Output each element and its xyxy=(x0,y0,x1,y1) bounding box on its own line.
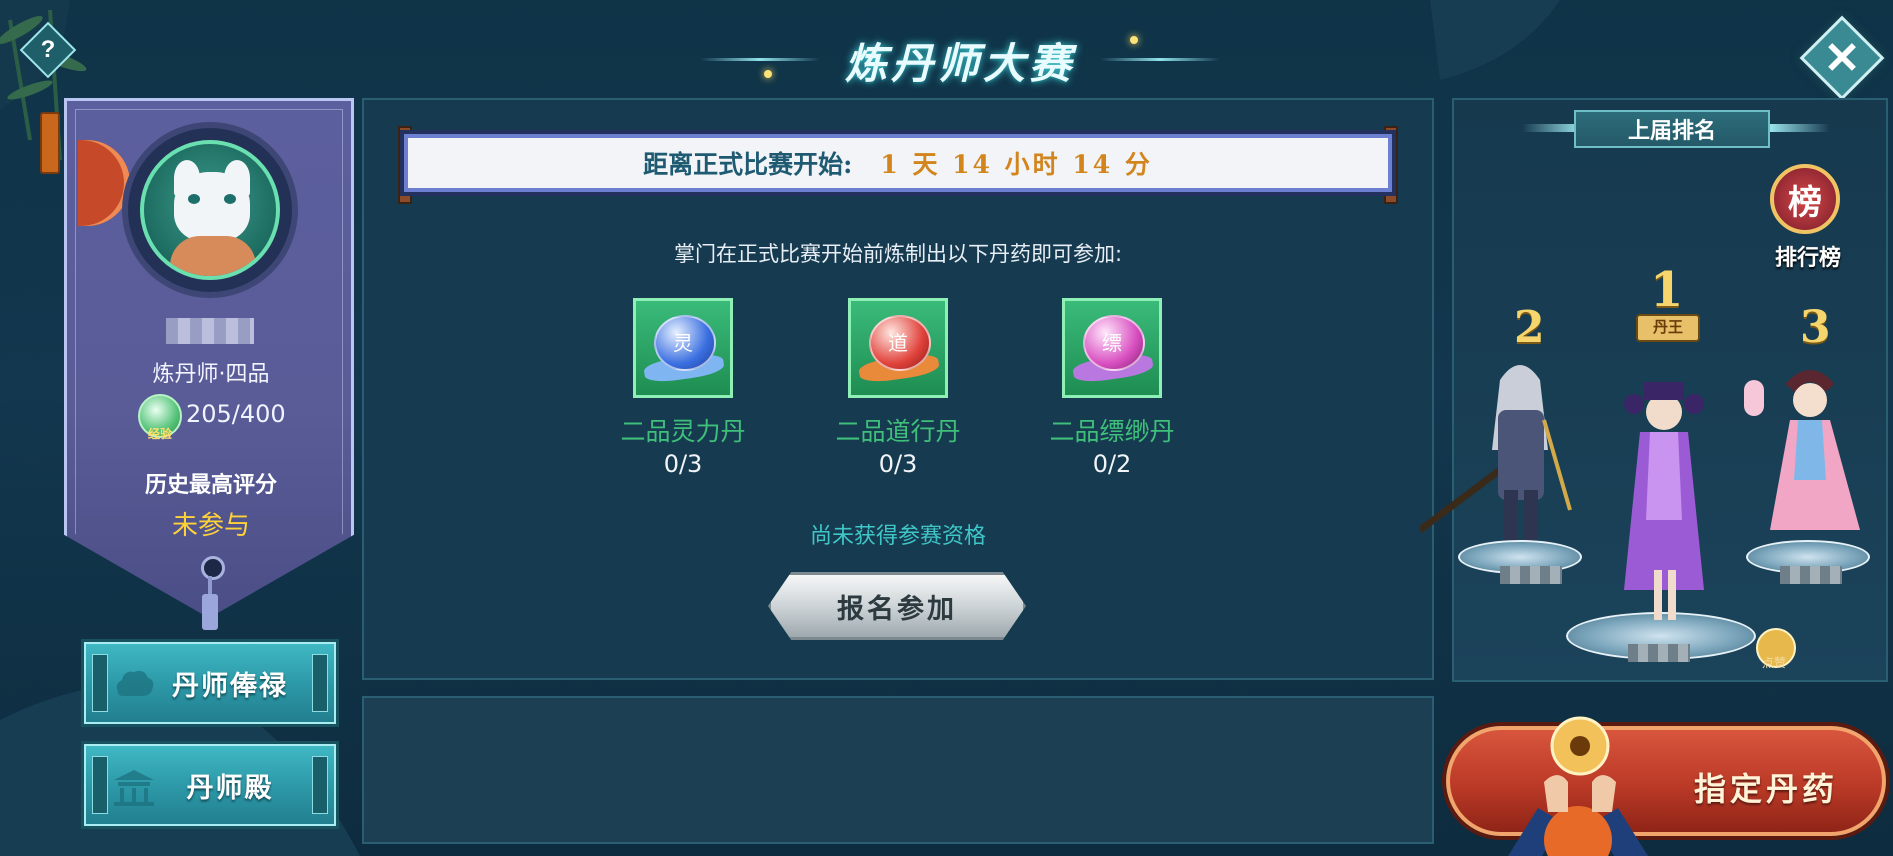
player-rank: 炼丹师·四品 xyxy=(152,362,270,387)
avatar-body xyxy=(170,236,256,276)
help-button[interactable]: ? xyxy=(19,21,77,79)
player-name-blurred xyxy=(166,318,254,344)
third-place-character[interactable] xyxy=(1730,360,1880,560)
third-place-number: 3 xyxy=(1800,302,1831,353)
experience-value: 205/400 xyxy=(186,400,286,428)
pill-hall-button-label: 丹师殿 xyxy=(186,772,274,804)
countdown-bar: 距离正式比赛开始: 1 天 14 小时 14 分 xyxy=(404,134,1392,192)
button-edge xyxy=(312,654,328,712)
leaderboard-label[interactable]: 排行榜 xyxy=(1768,240,1848,272)
qualification-status: 尚未获得参赛资格 xyxy=(809,524,986,549)
page-title: 炼丹师大赛 xyxy=(844,39,1075,88)
like-label: 点赞 xyxy=(1761,656,1786,670)
temple-icon xyxy=(114,770,154,806)
pill-count-daoxing: 0/3 xyxy=(878,450,918,478)
avatar-eye xyxy=(188,194,200,204)
countdown-value: 1 天 14 小时 14 分 xyxy=(880,150,1153,179)
salary-button[interactable]: 丹师俸禄 xyxy=(84,642,336,724)
button-edge xyxy=(312,756,328,814)
pill-count-lingli: 0/3 xyxy=(663,450,703,478)
pill-card-piaomiao[interactable]: 缥 xyxy=(1062,298,1162,398)
first-place-name-blurred xyxy=(1628,644,1690,662)
second-place-name-blurred xyxy=(1500,566,1562,584)
entry-instruction: 掌门在正式比赛开始前炼制出以下丹药即可参加: xyxy=(673,242,1123,266)
best-score-value: 未参与 xyxy=(171,511,250,541)
second-place-character[interactable] xyxy=(1420,350,1580,560)
pill-card-daoxing[interactable]: 道 xyxy=(848,298,948,398)
pill-char: 缥 xyxy=(1102,331,1122,355)
panel-pendant xyxy=(202,594,218,630)
experience-icon-label: 经验 xyxy=(147,427,172,441)
pill-name-lingli: 二品灵力丹 xyxy=(620,417,746,446)
pill-name-daoxing: 二品道行丹 xyxy=(835,417,961,446)
signup-button[interactable]: 报名参加 xyxy=(768,572,1026,640)
salary-button-label: 丹师俸禄 xyxy=(172,670,288,702)
avatar[interactable] xyxy=(140,140,280,280)
last-ranking-header: 上届排名 xyxy=(1574,110,1770,148)
second-place-number: 2 xyxy=(1514,302,1545,353)
pill-char: 灵 xyxy=(673,331,693,355)
title-banner: 炼丹师大赛 xyxy=(700,18,1220,90)
avatar-eye xyxy=(224,194,236,204)
question-mark-icon: ? xyxy=(40,36,56,63)
bottom-panel xyxy=(362,696,1434,844)
pill-card-lingli[interactable]: 灵 xyxy=(633,298,733,398)
pill-orb-hands-icon xyxy=(1508,716,1648,856)
close-button[interactable]: ✕ xyxy=(1799,15,1885,101)
third-place-name-blurred xyxy=(1780,566,1842,584)
close-icon: ✕ xyxy=(1823,33,1861,83)
pill-count-piaomiao: 0/2 xyxy=(1092,450,1132,478)
button-edge xyxy=(92,756,108,814)
header-wing xyxy=(1770,124,1830,132)
pill-name-piaomiao: 二品缥缈丹 xyxy=(1049,417,1175,446)
header-wing xyxy=(1522,124,1582,132)
best-score-label: 历史最高评分 xyxy=(144,472,277,498)
designate-pill-label: 指定丹药 xyxy=(1693,770,1838,808)
first-place-character[interactable] xyxy=(1600,370,1730,630)
pill-hall-button[interactable]: 丹师殿 xyxy=(84,744,336,826)
avatar-face xyxy=(174,172,250,242)
countdown-label: 距离正式比赛开始: xyxy=(643,150,853,179)
help-tag xyxy=(40,112,60,174)
first-place-tag: 丹王 xyxy=(1636,314,1700,342)
cloud-icon xyxy=(116,670,154,696)
pill-char: 道 xyxy=(888,331,908,355)
first-place-number: 1 xyxy=(1650,262,1684,318)
button-edge xyxy=(92,654,108,712)
experience-icon: 经验 xyxy=(138,394,182,441)
panel-knob xyxy=(201,556,225,580)
leaderboard-icon[interactable]: 榜 xyxy=(1770,164,1840,234)
